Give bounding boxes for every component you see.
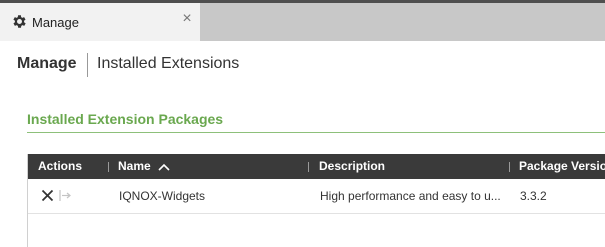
column-header-name[interactable]: Name — [118, 154, 318, 179]
section-title: Installed Extension Packages — [27, 111, 224, 127]
table-header: Actions Name Description Package Version — [28, 154, 605, 179]
close-icon[interactable]: × — [180, 10, 194, 28]
tab-label: Manage — [32, 15, 79, 30]
sort-ascending-icon — [158, 163, 170, 171]
main-content: Manage Installed Extensions Installed Ex… — [0, 41, 605, 247]
cell-description: High performance and easy to u... — [320, 189, 501, 203]
extensions-table: Actions Name Description Package Version — [27, 154, 605, 247]
column-divider[interactable] — [108, 162, 109, 172]
breadcrumb: Installed Extensions — [97, 55, 240, 72]
column-header-package-version[interactable]: Package Version — [519, 154, 605, 179]
cell-name: IQNOX-Widgets — [119, 189, 206, 203]
tab-manage[interactable]: Manage × — [0, 3, 200, 41]
section-divider — [27, 132, 605, 133]
column-divider[interactable] — [509, 162, 510, 172]
window-tab-bar: Manage × — [0, 0, 605, 41]
column-header-description[interactable]: Description — [319, 154, 509, 179]
gear-icon — [13, 15, 26, 28]
cell-package-version: 3.3.2 — [520, 189, 547, 203]
table-row[interactable]: IQNOX-Widgets High performance and easy … — [28, 179, 605, 214]
page-title: Manage — [17, 55, 77, 72]
export-icon[interactable] — [59, 189, 71, 202]
column-divider[interactable] — [308, 162, 309, 172]
remove-icon[interactable] — [41, 189, 54, 202]
title-divider — [87, 53, 88, 77]
column-header-actions[interactable]: Actions — [38, 154, 108, 179]
